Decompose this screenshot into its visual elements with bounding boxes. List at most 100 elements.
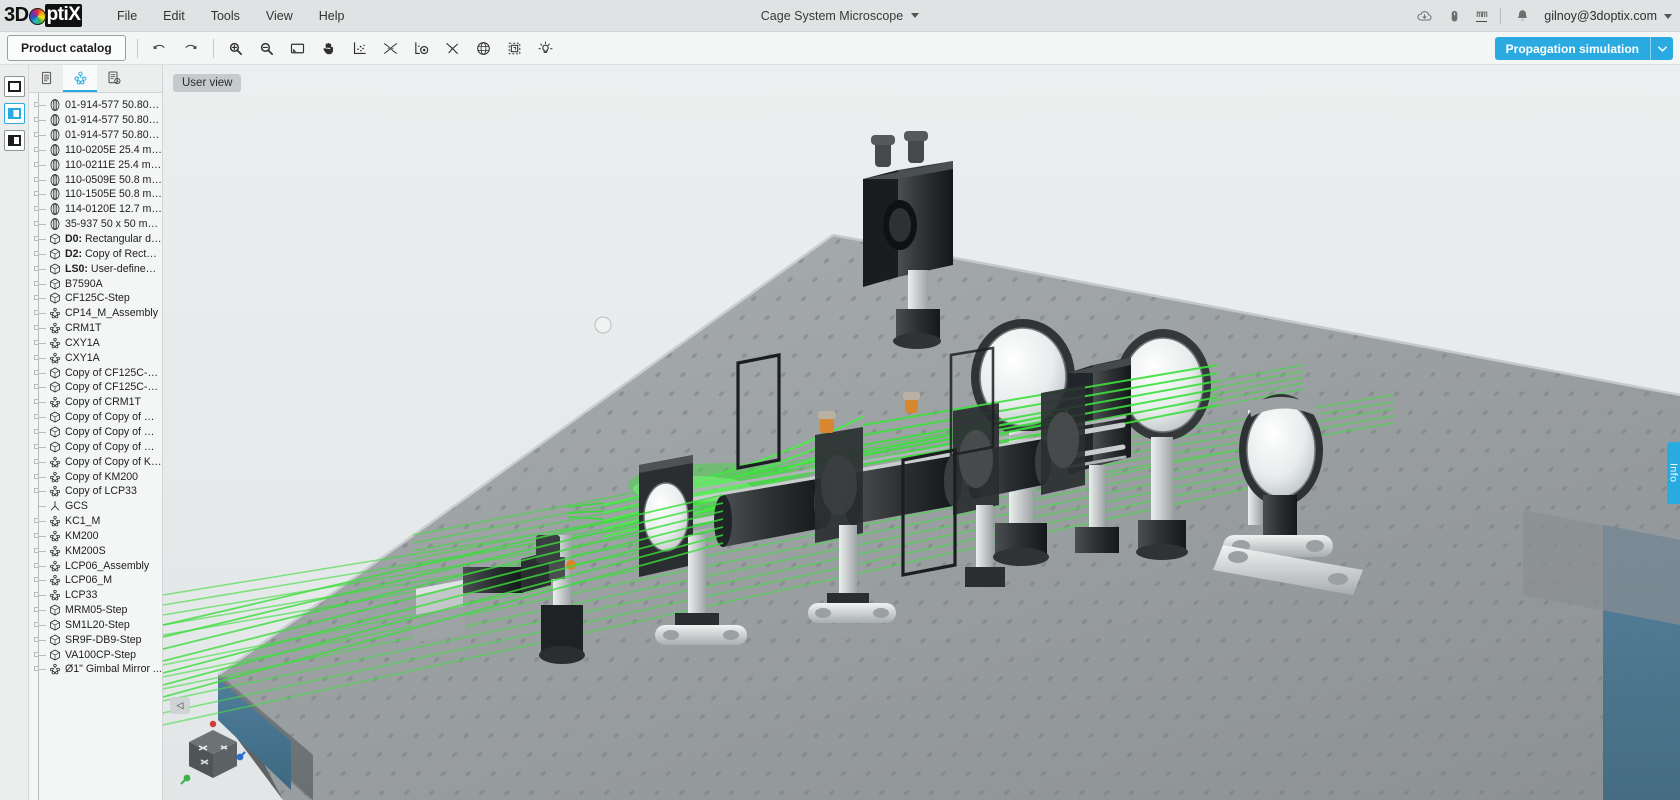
tab-properties[interactable]: [29, 65, 63, 92]
tree-expander[interactable]: [33, 380, 47, 394]
tree-expander[interactable]: [33, 158, 47, 172]
tree-item[interactable]: VA100CP-Step: [29, 647, 162, 662]
tree-item[interactable]: D2: Copy of Rectan...: [29, 246, 162, 261]
expand-box-icon[interactable]: [34, 280, 39, 286]
expand-box-icon[interactable]: [34, 102, 39, 108]
tree-expander[interactable]: [33, 395, 47, 409]
expand-box-icon[interactable]: [34, 414, 39, 420]
duplicate-icon[interactable]: [504, 37, 526, 59]
tree-item[interactable]: LS0: User-defined li...: [29, 261, 162, 276]
tree-item[interactable]: Copy of CRM1T: [29, 395, 162, 410]
tree-expander[interactable]: [33, 425, 47, 439]
expand-box-icon[interactable]: [34, 532, 39, 538]
info-tab[interactable]: Info: [1667, 442, 1680, 504]
tree-item[interactable]: MRM05-Step: [29, 603, 162, 618]
expand-box-icon[interactable]: [34, 325, 39, 331]
expand-box-icon[interactable]: [34, 117, 39, 123]
tree-item[interactable]: Copy of Copy of Co...: [29, 425, 162, 440]
tree-expander[interactable]: [33, 277, 47, 291]
app-logo[interactable]: 3D ptiX: [4, 4, 92, 27]
expand-box-icon[interactable]: [34, 458, 39, 464]
spot-diagram-icon[interactable]: [349, 37, 371, 59]
optical-train-icon[interactable]: [473, 37, 495, 59]
tree-expander[interactable]: [33, 618, 47, 632]
tree-expander[interactable]: [33, 484, 47, 498]
panel-collapse-toggle[interactable]: ◁: [170, 697, 190, 714]
tree-expander[interactable]: [33, 514, 47, 528]
expand-box-icon[interactable]: [34, 666, 39, 672]
cloud-download-icon[interactable]: [1416, 8, 1433, 25]
expand-box-icon[interactable]: [34, 636, 39, 642]
expand-box-icon[interactable]: [34, 428, 39, 434]
tree-item[interactable]: 01-914-577 50.80 m...: [29, 98, 162, 113]
view-label-button[interactable]: User view: [173, 74, 242, 92]
tree-item[interactable]: 35-937 50 x 50 mm ...: [29, 217, 162, 232]
expand-box-icon[interactable]: [34, 132, 39, 138]
expand-box-icon[interactable]: [34, 577, 39, 583]
tree-expander[interactable]: [33, 440, 47, 454]
3d-viewport[interactable]: User view Info ◁: [163, 65, 1680, 800]
menu-edit[interactable]: Edit: [152, 5, 196, 27]
tree-item[interactable]: LCP06_M: [29, 573, 162, 588]
document-title-selector[interactable]: Cage System Microscope: [710, 9, 970, 23]
tree-expander[interactable]: [33, 143, 47, 157]
tree-item[interactable]: KC1_M: [29, 514, 162, 529]
tree-item[interactable]: KM200: [29, 528, 162, 543]
mouse-icon[interactable]: [1446, 8, 1463, 25]
tree-item[interactable]: CRM1T: [29, 321, 162, 336]
tree-item[interactable]: SM1L20-Step: [29, 618, 162, 633]
expand-box-icon[interactable]: [34, 236, 39, 242]
tree-expander[interactable]: [33, 470, 47, 484]
expand-box-icon[interactable]: [34, 191, 39, 197]
expand-box-icon[interactable]: [34, 473, 39, 479]
tree-expander[interactable]: [33, 588, 47, 602]
redo-button[interactable]: [180, 37, 202, 59]
menu-file[interactable]: File: [106, 5, 148, 27]
tree-expander[interactable]: [33, 306, 47, 320]
expand-box-icon[interactable]: [34, 443, 39, 449]
assembly-tree[interactable]: 01-914-577 50.80 m... 01-914-577 50.80 m.…: [29, 93, 162, 800]
expand-box-icon[interactable]: [34, 161, 39, 167]
tree-expander[interactable]: [33, 98, 47, 112]
tree-expander[interactable]: [33, 232, 47, 246]
tree-expander[interactable]: [33, 113, 47, 127]
fit-to-screen-icon[interactable]: [287, 37, 309, 59]
expand-box-icon[interactable]: [34, 146, 39, 152]
tree-item[interactable]: D0: Rectangular det...: [29, 232, 162, 247]
expand-box-icon[interactable]: [34, 339, 39, 345]
tree-item[interactable]: 110-0211E 25.4 mm...: [29, 157, 162, 172]
tree-expander[interactable]: [33, 633, 47, 647]
detector-analysis-icon[interactable]: [411, 37, 433, 59]
propagation-dropdown-toggle[interactable]: [1651, 37, 1673, 60]
propagation-simulation-button[interactable]: Propagation simulation: [1494, 37, 1673, 60]
expand-box-icon[interactable]: [34, 399, 39, 405]
tree-expander[interactable]: [33, 217, 47, 231]
tree-item[interactable]: KM200S: [29, 543, 162, 558]
tree-item[interactable]: B7590A: [29, 276, 162, 291]
layout-left-panel-button[interactable]: [3, 103, 25, 124]
expand-box-icon[interactable]: [34, 265, 39, 271]
tree-item[interactable]: 01-914-577 50.80 m...: [29, 128, 162, 143]
product-catalog-button[interactable]: Product catalog: [7, 35, 126, 61]
tree-item[interactable]: Ø1" Gimbal Mirror ...: [29, 662, 162, 677]
undo-button[interactable]: [149, 37, 171, 59]
tree-item[interactable]: Copy of Copy of Co...: [29, 439, 162, 454]
menu-help[interactable]: Help: [308, 5, 356, 27]
tree-expander[interactable]: [33, 648, 47, 662]
tree-item[interactable]: Copy of Copy of KM...: [29, 454, 162, 469]
tab-assembly-tree[interactable]: [63, 65, 97, 92]
tree-expander[interactable]: [33, 187, 47, 201]
tree-expander[interactable]: [33, 573, 47, 587]
beam-waist-icon[interactable]: [380, 37, 402, 59]
expand-box-icon[interactable]: [34, 488, 39, 494]
layout-full-view-button[interactable]: [3, 76, 25, 97]
tree-expander[interactable]: [33, 499, 47, 513]
tree-expander[interactable]: [33, 559, 47, 573]
expand-box-icon[interactable]: [34, 607, 39, 613]
expand-box-icon[interactable]: [34, 295, 39, 301]
tree-item[interactable]: Copy of KM200: [29, 469, 162, 484]
tree-expander[interactable]: [33, 321, 47, 335]
tree-expander[interactable]: [33, 202, 47, 216]
tree-expander[interactable]: [33, 366, 47, 380]
tree-item[interactable]: Copy of Copy of CF...: [29, 410, 162, 425]
